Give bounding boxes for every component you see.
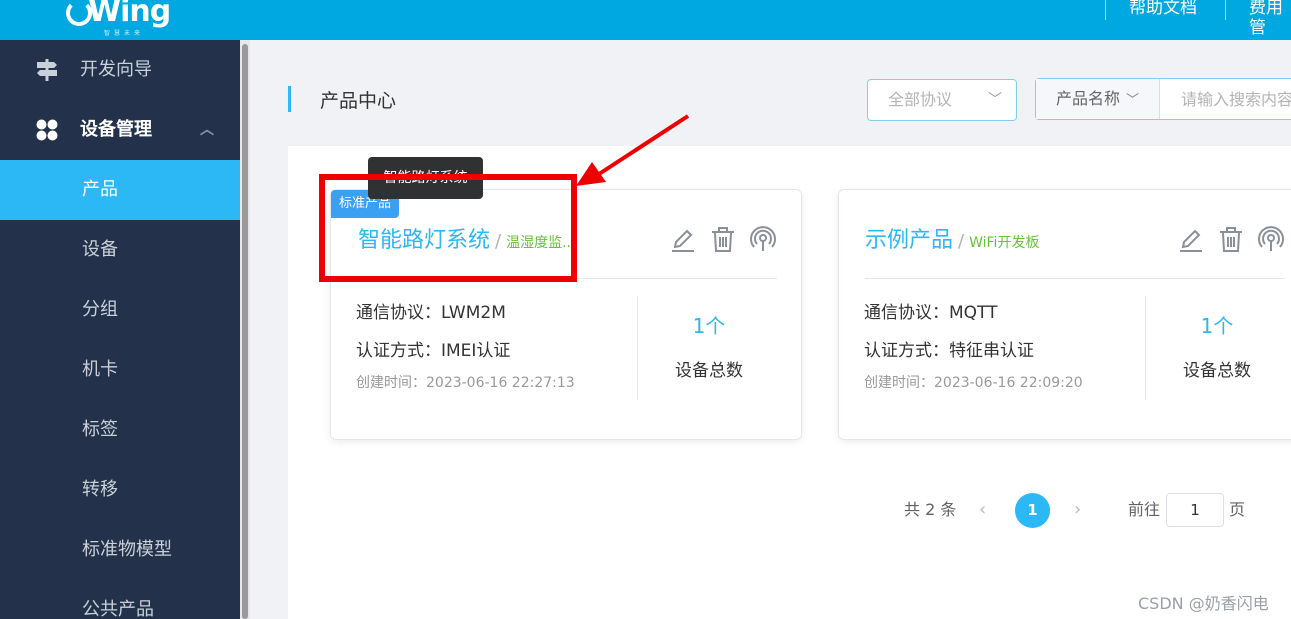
sidebar-item-label: 设备管理	[80, 119, 152, 140]
header-separator	[1105, 0, 1106, 20]
card-vertical-divider	[1145, 296, 1146, 400]
sidebar-item-sim-cards[interactable]: 机卡	[0, 340, 240, 400]
help-docs-link[interactable]: 帮助文档	[1129, 0, 1197, 22]
annotation-highlight-box	[319, 174, 577, 282]
sidebar-item-dev-guide[interactable]: 开发向导	[0, 40, 240, 100]
sidebar-item-standard-model[interactable]: 标准物模型	[0, 520, 240, 580]
device-count-label: 设备总数	[675, 361, 743, 381]
product-name[interactable]: 示例产品 / WiFi开发板	[865, 222, 1039, 254]
watermark: CSDN @奶香闪电	[1138, 594, 1269, 613]
chevron-down-icon: ﹀	[988, 92, 1002, 108]
prev-page-icon[interactable]: ‹	[979, 493, 986, 527]
device-count-label: 设备总数	[1183, 361, 1251, 381]
broadcast-icon[interactable]	[1257, 226, 1285, 254]
billing-link[interactable]: 费用管	[1249, 0, 1291, 38]
auth-info: 认证方式：IMEI认证	[356, 341, 511, 361]
trash-icon[interactable]	[709, 226, 737, 254]
page-title-accent	[288, 86, 291, 112]
device-count[interactable]: 1个	[673, 310, 745, 339]
annotation-arrow	[576, 114, 690, 186]
protocol-select[interactable]: 全部协议 ﹀	[867, 79, 1017, 121]
sidebar-item-devices[interactable]: 设备	[0, 220, 240, 280]
card-actions	[657, 226, 777, 254]
sidebar-item-products[interactable]: 产品	[0, 160, 240, 220]
card-vertical-divider	[637, 296, 638, 400]
sidebar-item-groups[interactable]: 分组	[0, 280, 240, 340]
sidebar-item-tags[interactable]: 标签	[0, 400, 240, 460]
next-page-icon[interactable]: ›	[1074, 493, 1081, 527]
sidebar-item-transfer[interactable]: 转移	[0, 460, 240, 520]
signpost-icon	[37, 59, 57, 81]
sidebar-item-device-management[interactable]: 设备管理 ︿	[0, 100, 240, 160]
created-time: 创建时间：2023-06-16 22:09:20	[864, 375, 1083, 391]
product-tag: WiFi开发板	[969, 235, 1040, 251]
goto-label: 前往	[1128, 500, 1161, 519]
protocol-info: 通信协议：MQTT	[864, 303, 998, 323]
broadcast-icon[interactable]	[749, 226, 777, 254]
goto-page-input[interactable]: 1	[1166, 493, 1224, 527]
created-time: 创建时间：2023-06-16 22:27:13	[356, 375, 575, 391]
page-title: 产品中心	[320, 90, 397, 112]
search-field-select[interactable]: 产品名称 ﹀	[1036, 79, 1160, 119]
device-count[interactable]: 1个	[1181, 310, 1253, 339]
page-number-1[interactable]: 1	[1015, 493, 1050, 528]
card-divider	[865, 278, 1285, 279]
page-suffix: 页	[1229, 500, 1246, 519]
logo-subtitle: 智慧未来	[104, 30, 145, 37]
sidebar-item-label: 开发向导	[80, 59, 152, 80]
trash-icon[interactable]	[1217, 226, 1245, 254]
search-group: 产品名称 ﹀	[1035, 78, 1291, 120]
grid-icon	[36, 119, 58, 141]
sidebar-scrollbar-thumb[interactable]	[242, 44, 248, 619]
pagination-total: 共 2 条	[904, 500, 957, 519]
card-actions	[1165, 226, 1285, 254]
header-separator	[1225, 0, 1226, 20]
top-bar: Wing 智慧未来 帮助文档 费用管	[0, 0, 1291, 40]
name-separator: /	[958, 231, 965, 252]
sidebar-item-public-products[interactable]: 公共产品	[0, 580, 240, 619]
chevron-down-icon: ﹀	[1126, 93, 1140, 108]
product-card[interactable]: 示例产品 / WiFi开发板 通信协议：MQTT 认证方式：特征串认证 创建时间：2…	[838, 189, 1291, 440]
chevron-up-icon: ︿	[200, 122, 214, 138]
protocol-info: 通信协议：LWM2M	[356, 303, 506, 323]
edit-icon[interactable]	[669, 226, 697, 254]
search-input[interactable]	[1161, 79, 1291, 119]
edit-icon[interactable]	[1177, 226, 1205, 254]
auth-info: 认证方式：特征串认证	[864, 341, 1034, 361]
logo[interactable]: Wing	[66, 0, 171, 29]
